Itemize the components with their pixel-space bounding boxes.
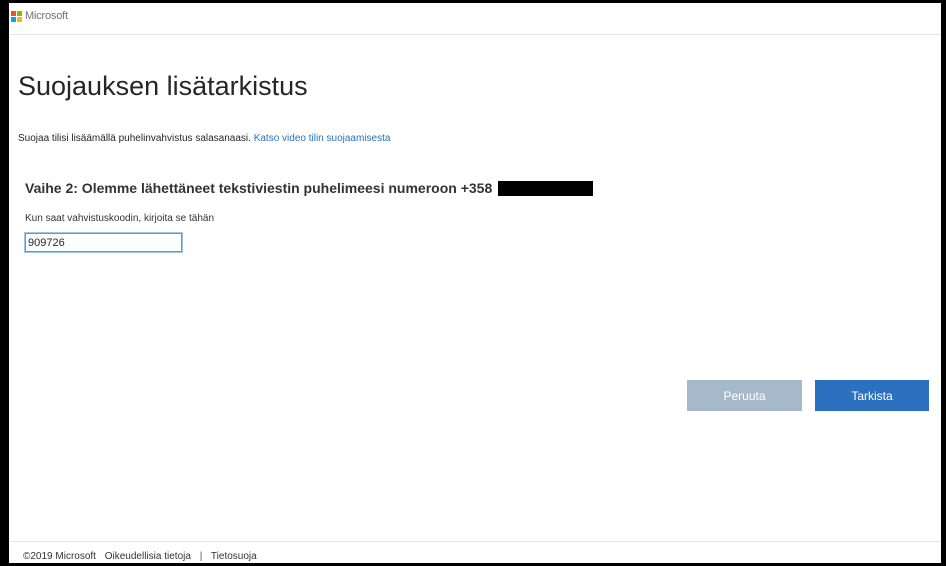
- browser-page: Microsoft Suojauksen lisätarkistus Suoja…: [9, 3, 941, 563]
- redacted-phone-number: [498, 180, 594, 196]
- video-link[interactable]: Katso video tilin suojaamisesta: [254, 133, 391, 144]
- logo-text: Microsoft: [25, 10, 68, 22]
- verification-code-input[interactable]: [25, 233, 182, 252]
- verify-button[interactable]: Tarkista: [815, 380, 929, 411]
- footer: ©2019 Microsoft Oikeudellisia tietoja | …: [9, 541, 941, 563]
- copyright-text: ©2019 Microsoft: [23, 551, 96, 562]
- privacy-link[interactable]: Tietosuoja: [211, 551, 257, 562]
- microsoft-logo-icon: [11, 10, 22, 22]
- page-title: Suojauksen lisätarkistus: [18, 71, 308, 101]
- intro-paragraph: Suojaa tilisi lisäämällä puhelinvahvistu…: [18, 133, 390, 144]
- legal-link[interactable]: Oikeudellisia tietoja: [105, 551, 191, 562]
- code-field-label: Kun saat vahvistuskoodin, kirjoita se tä…: [25, 213, 214, 224]
- microsoft-logo: Microsoft: [11, 10, 68, 22]
- footer-separator: |: [199, 551, 203, 562]
- step-heading-text: Vaihe 2: Olemme lähettäneet tekstiviesti…: [25, 180, 493, 196]
- intro-text: Suojaa tilisi lisäämällä puhelinvahvistu…: [18, 133, 254, 144]
- step-heading: Vaihe 2: Olemme lähettäneet tekstiviesti…: [25, 180, 594, 196]
- cancel-button[interactable]: Peruuta: [687, 380, 802, 411]
- header-bar: Microsoft: [9, 3, 941, 35]
